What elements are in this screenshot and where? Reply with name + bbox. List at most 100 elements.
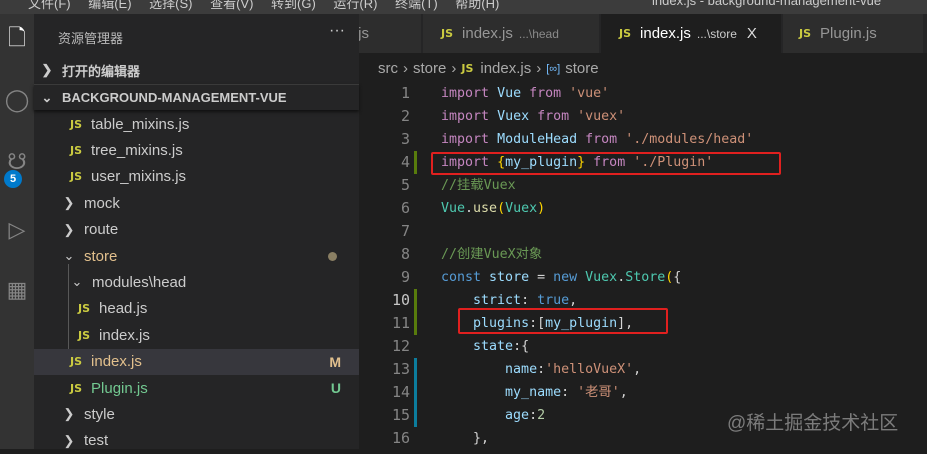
open-editors-section[interactable]: ❯ 打开的编辑器	[34, 57, 359, 83]
code-token: Store	[625, 270, 666, 285]
more-actions-button[interactable]: ···	[329, 22, 345, 40]
tree-item[interactable]: JS user_mixins.js	[34, 164, 359, 190]
js-file-icon: JS	[70, 170, 83, 184]
code-token: from	[529, 86, 562, 101]
code-line[interactable]: //创建VueX对象	[441, 243, 542, 266]
modified-line-marker[interactable]	[414, 404, 417, 427]
code-line[interactable]: import Vuex from 'vuex'	[441, 105, 625, 128]
tree-item[interactable]: ❯ style	[34, 401, 359, 427]
highlight-box-import	[431, 152, 781, 175]
added-line-marker[interactable]	[414, 289, 417, 312]
line-number: 7	[400, 222, 410, 240]
crumb-store[interactable]: store	[413, 60, 446, 77]
added-line-marker[interactable]	[414, 151, 417, 174]
tab-bar: js JS index.js ...\head JS index.js ...\stor…	[359, 14, 927, 53]
project-section[interactable]: ⌄ BACKGROUND-MANAGEMENT-VUE	[34, 84, 359, 110]
line-number: 3	[400, 130, 410, 148]
tree-item[interactable]: JS index.js	[34, 322, 359, 348]
code-line[interactable]: age:2	[441, 404, 545, 427]
added-line-marker[interactable]	[414, 312, 417, 335]
code-token: //挂载Vuex	[441, 178, 516, 193]
tab-plugin[interactable]: JS Plugin.js	[783, 14, 923, 53]
breadcrumb: src › store › JS index.js › [∞] store	[378, 60, 599, 77]
code-line[interactable]: my_name: '老哥',	[441, 381, 628, 404]
tree-item[interactable]: JS head.js	[34, 296, 359, 322]
explorer-title: 资源管理器	[58, 31, 124, 46]
code-token: my_name	[505, 385, 562, 400]
line-number: 11	[391, 314, 410, 332]
js-file-icon: JS	[78, 302, 91, 316]
code-token: '老哥'	[577, 385, 620, 400]
code-line[interactable]: },	[441, 427, 489, 450]
modified-line-marker[interactable]	[414, 358, 417, 381]
chevron-right-icon: ❯	[41, 62, 53, 77]
code-line[interactable]: const store = new Vuex.Store({	[441, 266, 681, 289]
code-token: ModuleHead	[497, 132, 578, 147]
tree-item[interactable]: JS index.js M	[34, 348, 359, 375]
tab-partial[interactable]: js	[359, 14, 421, 53]
code-token: const	[441, 270, 482, 285]
code-token: Vuex	[585, 270, 618, 285]
code-line[interactable]: name:'helloVueX',	[441, 358, 641, 381]
watermark: @稀土掘金技术社区	[727, 413, 899, 434]
crumb-file[interactable]: index.js	[480, 60, 531, 77]
code-line[interactable]: //挂载Vuex	[441, 174, 516, 197]
line-number: 15	[391, 406, 410, 424]
tree-item-label: style	[84, 405, 115, 423]
tab-label: Plugin.js	[820, 25, 877, 42]
code-token: 2	[537, 408, 546, 423]
tree-item-label: mock	[84, 194, 120, 212]
tree-item-label: head.js	[99, 300, 148, 318]
scm-badge: 5	[4, 170, 22, 188]
tree-item[interactable]: ❯ route	[34, 217, 359, 243]
code-line[interactable]: import ModuleHead from './modules/head'	[441, 128, 753, 151]
code-token: .	[617, 270, 626, 285]
tree-item-label: modules\head	[92, 273, 187, 291]
tab-label: index.js	[640, 25, 691, 42]
tab-store-index[interactable]: JS index.js ...\store X	[601, 14, 781, 53]
code-token: 'vuex'	[577, 109, 626, 124]
code-token: 'helloVueX'	[545, 362, 634, 377]
code-token: :	[561, 385, 578, 400]
crumb-src[interactable]: src	[378, 60, 398, 77]
tree-item[interactable]: JS tree_mixins.js	[34, 137, 359, 163]
code-token: 'vue'	[569, 86, 610, 101]
tree-item[interactable]: JS table_mixins.js	[34, 111, 359, 137]
tree-item-label: table_mixins.js	[91, 115, 190, 133]
tree-item[interactable]: JS Plugin.js U	[34, 375, 359, 401]
code-token: Vue	[441, 201, 466, 216]
code-token: Vue	[497, 86, 522, 101]
git-status-badge: U	[330, 380, 341, 396]
code-line[interactable]: state:{	[441, 335, 529, 358]
code-token: :	[529, 408, 538, 423]
explorer-icon[interactable]: 🗋	[0, 20, 34, 60]
extensions-icon[interactable]: ▦	[0, 270, 34, 310]
close-icon[interactable]: X	[747, 25, 757, 42]
tree-item[interactable]: ❯ mock	[34, 190, 359, 216]
code-token: )	[537, 201, 546, 216]
code-token: {	[673, 270, 682, 285]
code-line[interactable]: import Vue from 'vue'	[441, 82, 609, 105]
tree-item[interactable]: ❯ test	[34, 428, 359, 454]
tab-head-index[interactable]: JS index.js ...\head	[423, 14, 599, 53]
code-token: from	[537, 109, 570, 124]
tree-item[interactable]: ⌄ modules\head	[34, 269, 359, 295]
code-token: //创建VueX对象	[441, 247, 543, 262]
line-number: 5	[400, 176, 410, 194]
code-token: :	[537, 362, 546, 377]
line-number: 10	[391, 291, 410, 309]
modified-line-marker[interactable]	[414, 381, 417, 404]
run-debug-icon[interactable]: ▷	[0, 210, 34, 250]
menu-bar: 文件(F) 编辑(E) 选择(S) 查看(V) 转到(G) 运行(R) 终端(T…	[0, 0, 927, 14]
code-line[interactable]: Vue.use(Vuex)	[441, 197, 545, 220]
tab-desc: ...\head	[518, 26, 559, 41]
highlight-box-plugins	[458, 308, 668, 334]
menu-items[interactable]: 文件(F) 编辑(E) 选择(S) 查看(V) 转到(G) 运行(R) 终端(T…	[28, 0, 499, 12]
crumb-symbol[interactable]: store	[565, 60, 598, 77]
search-icon[interactable]: ◯	[0, 80, 34, 120]
tree-item[interactable]: ⌄ store	[34, 243, 359, 269]
